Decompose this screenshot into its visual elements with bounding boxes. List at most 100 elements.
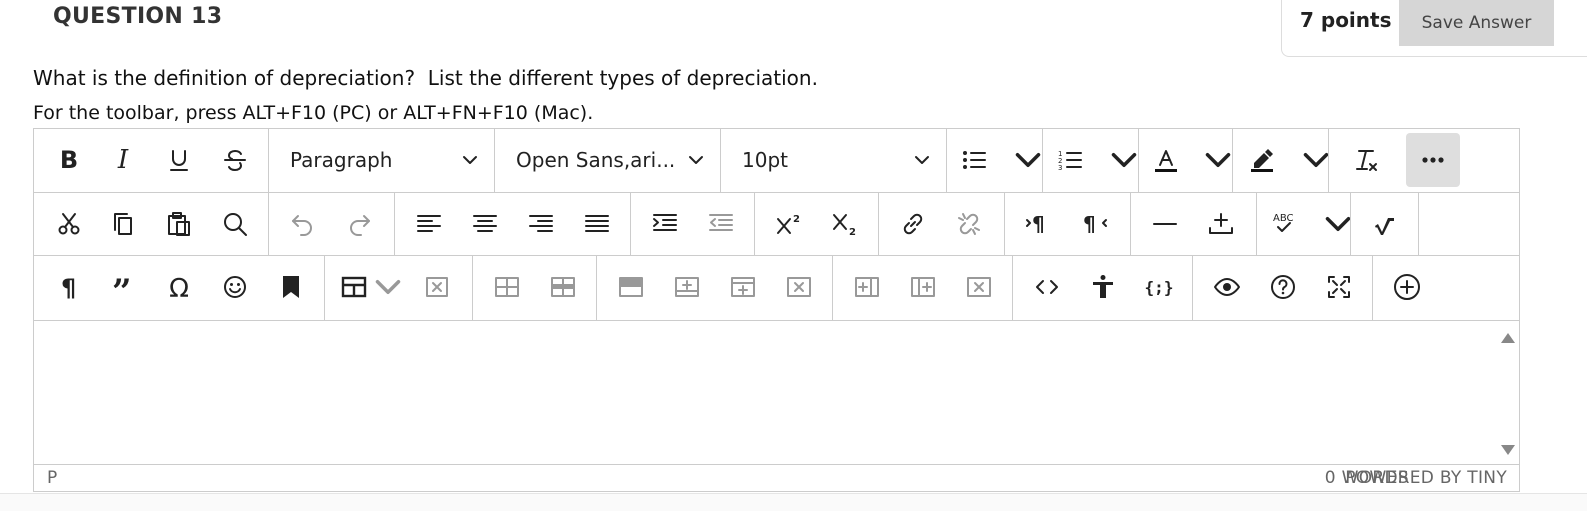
clear-formatting-button[interactable]	[1344, 133, 1386, 187]
more-options-button[interactable]	[1406, 133, 1460, 187]
editor-content-area[interactable]	[34, 321, 1519, 465]
accessibility-icon	[1093, 275, 1113, 298]
fullscreen-icon	[1328, 276, 1350, 298]
align-left-button[interactable]	[408, 197, 450, 251]
font-size-value: 10pt	[742, 148, 788, 172]
paste-button[interactable]	[158, 197, 200, 251]
remove-link-button[interactable]	[948, 197, 990, 251]
link-icon	[903, 213, 923, 235]
chevron-down-icon	[463, 156, 477, 164]
block-format-value: Paragraph	[290, 148, 393, 172]
blockquote-button[interactable]: ”	[102, 260, 144, 314]
accessibility-checker-button[interactable]	[1082, 260, 1124, 314]
find-replace-button[interactable]	[214, 197, 256, 251]
block-format-select[interactable]: Paragraph	[270, 133, 494, 187]
bullet-list-button[interactable]	[960, 133, 1042, 187]
question-title: QUESTION 13	[53, 4, 223, 29]
horizontal-line-button[interactable]	[1144, 197, 1186, 251]
omega-icon: Ω	[169, 274, 189, 301]
delete-col-button[interactable]	[958, 260, 1000, 314]
scroll-down-arrow[interactable]	[1501, 445, 1515, 455]
svg-text:”: ”	[112, 273, 132, 301]
rtl-button[interactable]: ¶	[1074, 197, 1116, 251]
svg-text:Ω: Ω	[169, 274, 189, 301]
add-content-button[interactable]	[1386, 260, 1428, 314]
numbered-list-button[interactable]: 123	[1056, 133, 1138, 187]
math-equation-button[interactable]	[1364, 197, 1406, 251]
svg-text:¶: ¶	[1032, 212, 1045, 236]
underline-button[interactable]	[158, 133, 200, 187]
delete-table-button[interactable]	[416, 260, 458, 314]
copy-button[interactable]	[102, 197, 144, 251]
insert-column-before-icon	[855, 277, 879, 297]
scroll-up-arrow[interactable]	[1501, 333, 1515, 343]
insert-anchor-button[interactable]	[1200, 197, 1242, 251]
help-button[interactable]	[1262, 260, 1304, 314]
clear-formatting-icon	[1356, 150, 1377, 171]
font-family-select[interactable]: Open Sans,ari...	[496, 133, 720, 187]
undo-button[interactable]	[282, 197, 324, 251]
superscript-button[interactable]: 2	[768, 197, 810, 251]
preview-button[interactable]	[1206, 260, 1248, 314]
ltr-button[interactable]: ¶	[1018, 197, 1060, 251]
table-cell-props-button[interactable]	[486, 260, 528, 314]
strikethrough-button[interactable]	[214, 133, 256, 187]
insert-row-before-button[interactable]	[666, 260, 708, 314]
redo-button[interactable]	[338, 197, 380, 251]
cut-button[interactable]	[48, 197, 90, 251]
text-color-button[interactable]	[1152, 133, 1232, 187]
table-icon	[341, 276, 367, 298]
chevron-down-icon	[1111, 153, 1137, 167]
svg-text:B: B	[60, 146, 78, 174]
fullscreen-button[interactable]	[1318, 260, 1360, 314]
toolbar-row-3: ¶ ” Ω {;}	[34, 256, 1519, 321]
subscript-button[interactable]: 2	[824, 197, 866, 251]
save-answer-button[interactable]: Save Answer	[1399, 0, 1554, 46]
strikethrough-icon	[224, 150, 246, 171]
bookmark-button[interactable]	[270, 260, 312, 314]
insert-link-button[interactable]	[892, 197, 934, 251]
special-character-button[interactable]: Ω	[158, 260, 200, 314]
spellcheck-button[interactable]: ABC	[1270, 197, 1352, 251]
align-right-button[interactable]	[520, 197, 562, 251]
emoticons-button[interactable]	[214, 260, 256, 314]
table-row-props-button[interactable]	[542, 260, 584, 314]
indent-button[interactable]	[644, 197, 686, 251]
highlight-color-button[interactable]	[1248, 133, 1330, 187]
unlink-icon	[958, 213, 980, 235]
redo-icon	[350, 215, 370, 236]
help-icon	[1271, 275, 1295, 299]
svg-text:¶: ¶	[61, 274, 76, 301]
svg-text:2: 2	[793, 214, 800, 225]
bookmark-icon	[283, 276, 299, 298]
points-label: 7 points	[1300, 8, 1392, 32]
source-code-button[interactable]	[1026, 260, 1068, 314]
show-blocks-button[interactable]: ¶	[48, 260, 90, 314]
toolbar-hint: For the toolbar, press ALT+F10 (PC) or A…	[33, 102, 594, 124]
insert-template-button[interactable]: {;}	[1138, 260, 1180, 314]
search-icon	[224, 213, 247, 236]
element-path[interactable]: P	[47, 468, 57, 488]
delete-column-icon	[967, 277, 991, 297]
insert-plus-icon	[1209, 213, 1233, 234]
align-center-icon	[473, 215, 497, 232]
bold-button[interactable]: B	[48, 133, 90, 187]
powered-by-link[interactable]: POWERED BY TINY	[1345, 468, 1507, 488]
code-icon	[1036, 280, 1058, 294]
delete-table-icon	[426, 277, 448, 297]
insert-table-button[interactable]	[340, 260, 402, 314]
insert-col-before-button[interactable]	[846, 260, 888, 314]
align-justify-button[interactable]	[576, 197, 618, 251]
font-size-select[interactable]: 10pt	[722, 133, 946, 187]
align-center-button[interactable]	[464, 197, 506, 251]
font-family-value: Open Sans,ari...	[516, 148, 676, 172]
clipboard-icon	[168, 212, 190, 236]
outdent-button[interactable]	[700, 197, 742, 251]
insert-row-after-button[interactable]	[722, 260, 764, 314]
curly-braces-icon: {;}	[1145, 278, 1173, 297]
merge-cells-button[interactable]	[610, 260, 652, 314]
insert-col-after-button[interactable]	[902, 260, 944, 314]
italic-button[interactable]: I	[102, 133, 144, 187]
editor-statusbar: P 0 WORDS POWERED BY TINY	[34, 464, 1519, 491]
delete-row-button[interactable]	[778, 260, 820, 314]
